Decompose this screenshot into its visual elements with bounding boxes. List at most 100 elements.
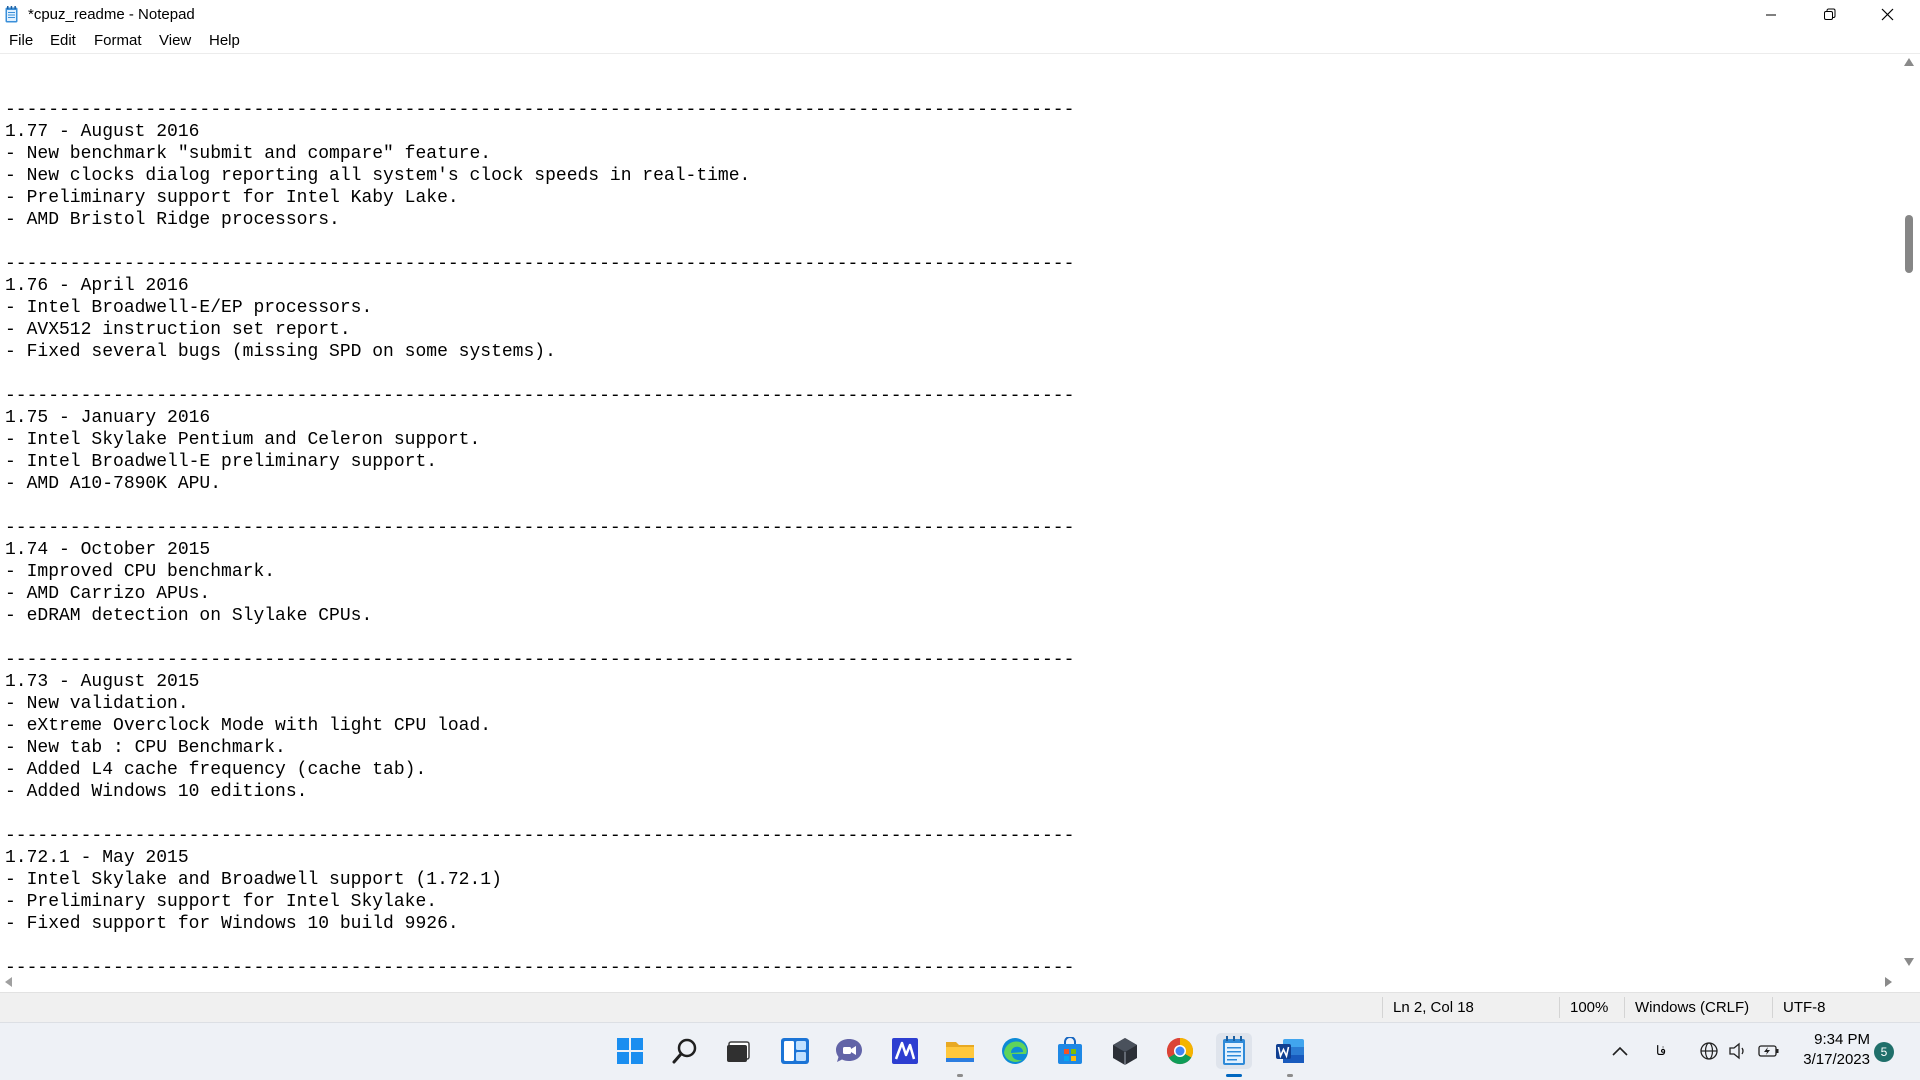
- text-line: - New benchmark "submit and compare" fea…: [5, 144, 492, 164]
- text-line: ----------------------------------------…: [5, 100, 1075, 120]
- show-hidden-icons-button[interactable]: [1609, 1040, 1631, 1062]
- text-line: 1.72.1 - May 2015: [5, 848, 189, 868]
- text-line: [5, 935, 1074, 957]
- notification-badge[interactable]: 5: [1874, 1042, 1894, 1062]
- text-line: - AMD Bristol Ridge processors.: [5, 210, 340, 230]
- widgets-icon: [781, 1038, 809, 1064]
- edge-button[interactable]: [997, 1033, 1033, 1069]
- editor-text-area[interactable]: ----------------------------------------…: [5, 77, 1074, 972]
- word-icon: [1276, 1039, 1304, 1063]
- widgets-button[interactable]: [777, 1033, 813, 1069]
- text-line: [5, 495, 1074, 517]
- text-line: - AVX512 instruction set report.: [5, 320, 351, 340]
- restore-icon: [1823, 8, 1835, 20]
- active-indicator: [1226, 1074, 1242, 1077]
- text-line: - AMD Carrizo APUs.: [5, 584, 211, 604]
- scroll-down-arrow-icon[interactable]: [1904, 958, 1914, 966]
- start-button[interactable]: [612, 1033, 648, 1069]
- globe-icon: [1700, 1042, 1718, 1060]
- network-button[interactable]: [1698, 1040, 1720, 1062]
- file-explorer-button[interactable]: [942, 1033, 978, 1069]
- restore-button[interactable]: [1800, 0, 1858, 29]
- text-line: - Fixed several bugs (missing SPD on som…: [5, 342, 556, 362]
- notepad-button[interactable]: [1216, 1033, 1252, 1069]
- task-view-icon: [727, 1041, 750, 1062]
- task-view-button[interactable]: [721, 1033, 757, 1069]
- text-line: ----------------------------------------…: [5, 826, 1075, 846]
- text-line: - Added Windows 10 editions.: [5, 782, 308, 802]
- text-line: ----------------------------------------…: [5, 650, 1075, 670]
- line-ending[interactable]: Windows (CRLF): [1625, 993, 1772, 1022]
- chevron-up-icon: [1612, 1046, 1628, 1056]
- text-line: - eXtreme Overclock Mode with light CPU …: [5, 716, 492, 736]
- chrome-icon: [1166, 1037, 1194, 1065]
- scroll-up-arrow-icon[interactable]: [1904, 58, 1914, 66]
- battery-charging-icon: [1758, 1045, 1779, 1057]
- mathtype-icon: [892, 1038, 918, 1064]
- notepad-app-icon: [5, 6, 18, 23]
- unity-icon: [1113, 1038, 1137, 1065]
- text-line: - eDRAM detection on Slylake CPUs.: [5, 606, 373, 626]
- text-line: 1.74 - October 2015: [5, 540, 211, 560]
- text-line: ----------------------------------------…: [5, 958, 1075, 972]
- text-line: [5, 77, 1074, 99]
- vertical-scrollbar[interactable]: [1898, 54, 1920, 972]
- mathtype-button[interactable]: [887, 1033, 923, 1069]
- keyboard-language[interactable]: فا: [1650, 1040, 1672, 1062]
- title-bar[interactable]: *cpuz_readme - Notepad: [0, 0, 1920, 29]
- edge-icon: [1002, 1038, 1028, 1064]
- chat-button[interactable]: [831, 1033, 867, 1069]
- text-line: - Fixed support for Windows 10 build 992…: [5, 914, 459, 934]
- text-line: 1.76 - April 2016: [5, 276, 189, 296]
- battery-button[interactable]: [1758, 1040, 1780, 1062]
- search-icon: [672, 1038, 697, 1064]
- text-line: [5, 627, 1074, 649]
- text-line: - Added L4 cache frequency (cache tab).: [5, 760, 427, 780]
- text-line: - New tab : CPU Benchmark.: [5, 738, 286, 758]
- text-line: [5, 363, 1074, 385]
- text-line: - New clocks dialog reporting all system…: [5, 166, 751, 186]
- scroll-right-arrow-icon[interactable]: [1885, 977, 1892, 987]
- close-button[interactable]: [1858, 0, 1916, 29]
- minimize-button[interactable]: [1742, 0, 1800, 29]
- text-line: [5, 231, 1074, 253]
- chrome-button[interactable]: [1162, 1033, 1198, 1069]
- store-button[interactable]: [1052, 1033, 1088, 1069]
- menu-help[interactable]: Help: [209, 32, 240, 49]
- text-line: - Intel Skylake Pentium and Celeron supp…: [5, 430, 481, 450]
- menu-format[interactable]: Format: [94, 32, 142, 49]
- horizontal-scrollbar[interactable]: [0, 972, 1898, 992]
- encoding[interactable]: UTF-8: [1773, 993, 1893, 1022]
- status-bar: Ln 2, Col 18 100% Windows (CRLF) UTF-8: [0, 992, 1920, 1022]
- clock-time: 9:34 PM: [1814, 1031, 1870, 1048]
- text-line: ----------------------------------------…: [5, 254, 1075, 274]
- text-line: 1.77 - August 2016: [5, 122, 200, 142]
- file-explorer-icon: [946, 1042, 974, 1062]
- text-line: ----------------------------------------…: [5, 518, 1075, 538]
- search-button[interactable]: [667, 1033, 703, 1069]
- unity-button[interactable]: [1107, 1033, 1143, 1069]
- text-line: - Preliminary support for Intel Skylake.: [5, 892, 438, 912]
- volume-button[interactable]: [1727, 1040, 1749, 1062]
- scroll-left-arrow-icon[interactable]: [5, 977, 12, 987]
- cursor-position[interactable]: Ln 2, Col 18: [1383, 993, 1559, 1022]
- zoom-level[interactable]: 100%: [1560, 993, 1624, 1022]
- text-editor[interactable]: ----------------------------------------…: [0, 54, 1898, 972]
- text-line: - Intel Broadwell-E/EP processors.: [5, 298, 373, 318]
- menu-edit[interactable]: Edit: [50, 32, 76, 49]
- notepad-icon: [1223, 1036, 1245, 1065]
- speaker-icon: [1729, 1042, 1744, 1060]
- text-line: - Intel Skylake and Broadwell support (1…: [5, 870, 502, 890]
- menu-view[interactable]: View: [159, 32, 191, 49]
- close-icon: [1881, 8, 1893, 21]
- running-indicator: [957, 1074, 963, 1077]
- text-line: - Improved CPU benchmark.: [5, 562, 276, 582]
- vertical-scroll-thumb[interactable]: [1905, 215, 1913, 273]
- word-button[interactable]: [1272, 1033, 1308, 1069]
- text-line: 1.73 - August 2015: [5, 672, 200, 692]
- start-icon: [617, 1038, 643, 1064]
- clock[interactable]: 9:34 PM 3/17/2023: [1790, 1030, 1870, 1070]
- store-icon: [1058, 1037, 1082, 1064]
- menu-file[interactable]: File: [9, 32, 33, 49]
- window-title: *cpuz_readme - Notepad: [28, 6, 195, 23]
